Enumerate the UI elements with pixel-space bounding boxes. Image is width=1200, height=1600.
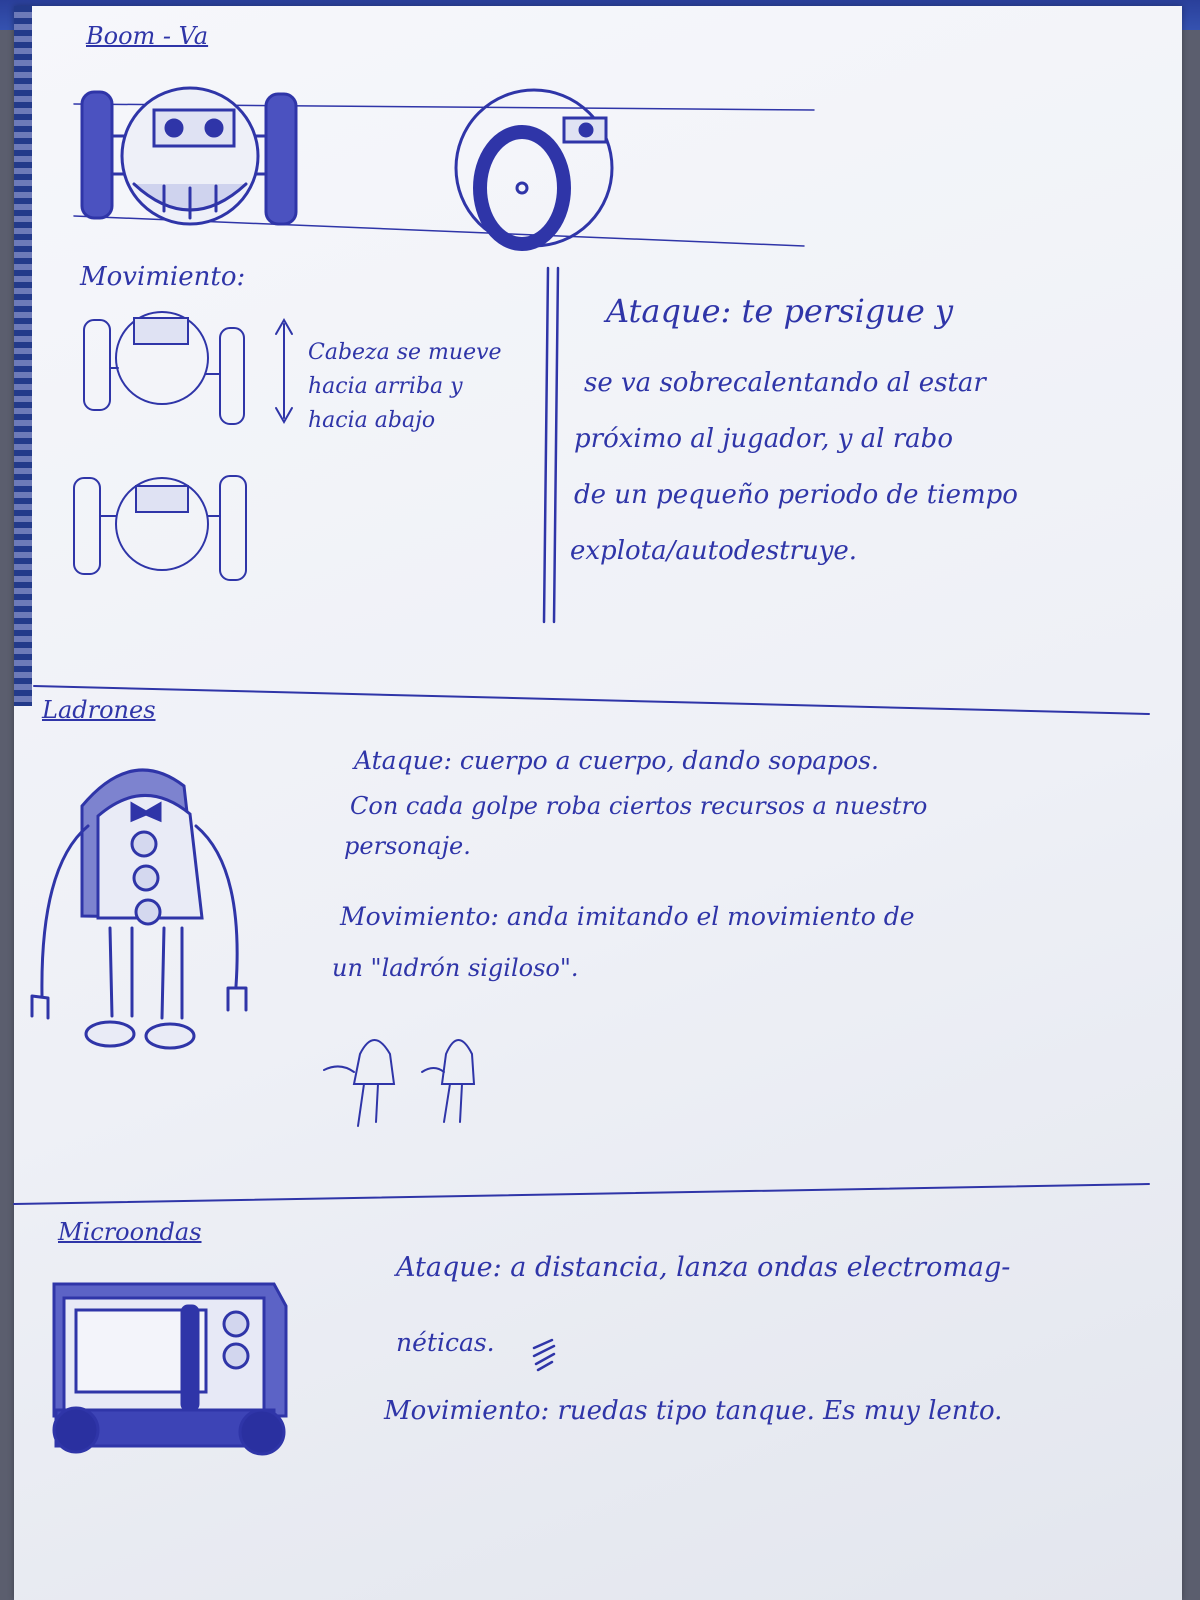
wave-scribble-icon (532, 1338, 556, 1372)
ladrones-text-line: Movimiento: anda imitando el movimiento … (340, 902, 915, 931)
boomva-attack-line: Ataque: te persigue y (606, 292, 954, 330)
ladrones-text-line: un "ladrón sigiloso". (332, 954, 579, 982)
divider-line (33, 685, 1150, 715)
boomva-attack-line: de un pequeño periodo de tiempo (574, 480, 1018, 510)
boomva-movement-drawing-1 (83, 311, 245, 425)
microondas-text-line: Movimiento: ruedas tipo tanque. Es muy l… (384, 1396, 1003, 1426)
boomva-front-drawing (80, 86, 298, 226)
boomva-movement-drawing-2 (73, 475, 247, 581)
movement-note-line: Cabeza se mueve (308, 340, 502, 365)
column-separator (542, 266, 550, 624)
microondas-text-line: néticas. (396, 1328, 495, 1357)
ladrones-text-line: Con cada golpe roba ciertos recursos a n… (350, 792, 928, 820)
boomva-attack-line: próximo al jugador, y al rabo (574, 424, 953, 454)
ladron-drawing (30, 768, 248, 1050)
boomva-side-drawing (454, 88, 614, 251)
ladrones-text-line: Ataque: cuerpo a cuerpo, dando sopapos. (354, 746, 879, 775)
sneaking-thief-sketch (323, 1039, 476, 1127)
boomva-attack-line: se va sobrecalentando al estar (584, 368, 986, 398)
column-separator (552, 266, 560, 624)
divider-line (13, 1183, 1150, 1205)
movement-note-line: hacia arriba y (308, 374, 463, 399)
movement-note-line: hacia abajo (308, 408, 436, 433)
ladrones-title: Ladrones (42, 696, 156, 724)
sketch-paper: Boom - Va Movimiento: Cabeza se mueve ha… (13, 6, 1182, 1600)
boomva-movement-heading: Movimiento: (80, 262, 246, 292)
boomva-attack-line: explota/autodestruye. (570, 536, 858, 566)
ladrones-text-line: personaje. (344, 832, 471, 860)
microondas-drawing (52, 1282, 288, 1456)
updown-arrow-icon (275, 317, 293, 425)
microondas-title: Microondas (58, 1218, 202, 1246)
microondas-text-line: Ataque: a distancia, lanza ondas electro… (396, 1252, 1011, 1283)
boomva-title: Boom - Va (86, 22, 209, 50)
